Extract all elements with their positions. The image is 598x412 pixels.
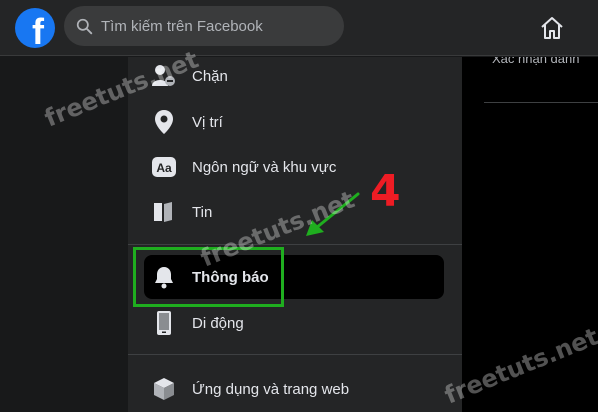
divider <box>128 244 462 245</box>
sidebar-item-label: Di động <box>192 314 244 332</box>
sidebar-item-label: Ứng dụng và trang web <box>192 380 350 398</box>
language-aa-icon: Aa <box>146 149 182 185</box>
search-input[interactable]: Tìm kiếm trên Facebook <box>64 6 344 46</box>
mobile-phone-icon <box>146 305 182 341</box>
truncated-content-text: Xác nhận danh <box>492 57 580 66</box>
home-icon <box>541 17 563 39</box>
svg-text:Aa: Aa <box>156 161 172 175</box>
sidebar-item-label: Tin <box>192 203 213 221</box>
facebook-logo-letter: f <box>32 11 44 49</box>
sidebar-item-location[interactable]: Vị trí <box>144 100 444 144</box>
sidebar-item-mobile[interactable]: Di động <box>144 301 444 345</box>
sidebar-item-label: Ngôn ngữ và khu vực <box>192 158 337 176</box>
sidebar-item-label: Vị trí <box>192 113 223 131</box>
home-button[interactable] <box>530 10 574 46</box>
divider <box>128 354 462 355</box>
search-icon <box>76 18 93 34</box>
stories-book-icon <box>146 194 182 230</box>
divider <box>484 102 598 103</box>
location-pin-icon <box>146 104 182 140</box>
search-placeholder: Tìm kiếm trên Facebook <box>101 17 263 35</box>
sidebar-item-apps-websites[interactable]: Ứng dụng và trang web <box>144 367 444 411</box>
apps-cube-icon <box>146 371 182 407</box>
tutorial-step-number: 4 <box>370 166 401 217</box>
top-navigation-bar: f Tìm kiếm trên Facebook <box>0 0 598 56</box>
facebook-logo[interactable]: f <box>15 8 55 48</box>
